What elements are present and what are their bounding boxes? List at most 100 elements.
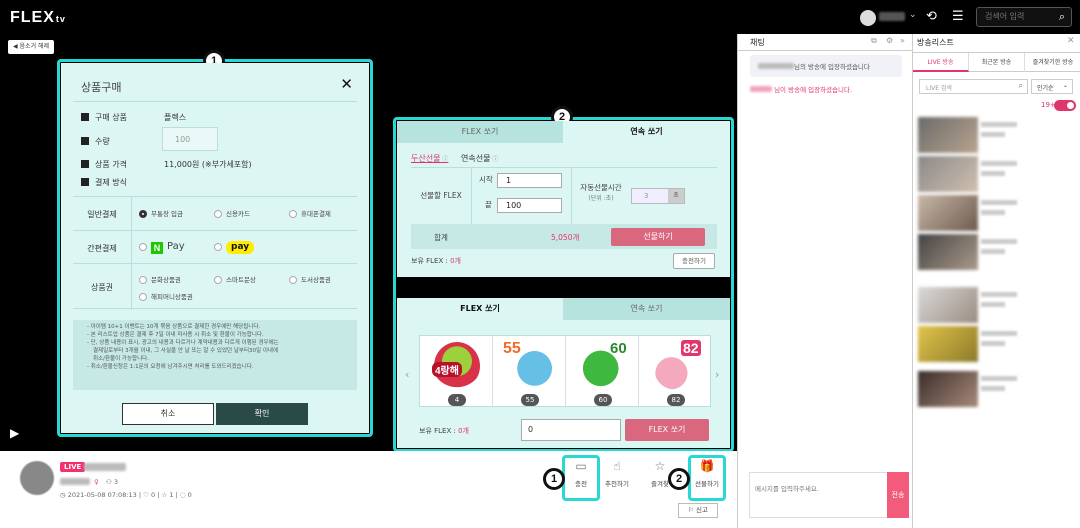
close-icon[interactable]: ✕ (1067, 36, 1075, 46)
search-icon[interactable]: ⌕ (1059, 10, 1065, 24)
sticker-item[interactable]: 82 82 (639, 336, 712, 408)
gift-button[interactable]: 선물하기 (611, 228, 705, 246)
end-input[interactable]: 100 (497, 198, 562, 213)
user-icon: ⚇ (106, 478, 114, 486)
sticker-count: 82 (667, 394, 685, 406)
gift-action-button[interactable]: 🎁 선물하기 (687, 455, 727, 499)
info-icon: ⓘ (440, 156, 449, 163)
broadcast-list-panel: 방송리스트 ✕ LIVE 방송 최근본 방송 즐겨찾기한 방송 LIVE 검색 ⌕… (912, 34, 1080, 528)
chevron-right-icon[interactable]: › (715, 368, 719, 381)
radio-credit-card[interactable]: 신용카드 (214, 208, 250, 218)
subtab-continuous-gift[interactable]: 연속선물 ⓘ (461, 153, 498, 164)
chevron-down-icon[interactable]: ⌄ (909, 10, 917, 20)
price-row-label: 상품 가격 (81, 159, 127, 170)
radio-happymoney-voucher[interactable]: 해피머니상품권 (139, 291, 193, 301)
chat-welcome: 님의 방송에 입장하셨습니다 (750, 55, 902, 77)
purchase-notice: - 아이템 10+1 이벤트는 10개 묶음 상품으로 결제한 경우에만 해당됩… (73, 320, 357, 390)
radio-bank-transfer[interactable]: 무통장 입금 (139, 208, 183, 218)
broadcast-list-title: 방송리스트 (917, 38, 954, 47)
live-badge: LIVE (60, 462, 86, 472)
broadcast-streamer (981, 386, 1005, 391)
sticker-count: 4 (448, 394, 466, 406)
auto-gift-time-input[interactable]: 3 초 (631, 188, 685, 204)
qty-row-label: 수량 (81, 136, 110, 147)
flex-amount-input[interactable]: 0 (521, 419, 621, 441)
radio-mobile-pay[interactable]: 휴대폰결제 (289, 208, 331, 218)
close-icon[interactable]: ✕ (340, 75, 353, 93)
broadcast-streamer (981, 341, 1005, 346)
notice-line: 결제일로부터 3개월 이내, 그 사실을 안 날 또는 알 수 있었던 날부터3… (93, 348, 279, 354)
streamer-name[interactable] (60, 478, 90, 485)
radio-naver-pay[interactable]: N Pay (139, 241, 185, 254)
voucher-payment-section: 상품권 문화상품권 스마트문상 도서상품권 해피머니상품권 (73, 263, 357, 310)
cancel-button[interactable]: 취소 (122, 403, 214, 425)
history-icon[interactable]: ⟲ (926, 9, 937, 24)
tab-recent[interactable]: 최근본 방송 (969, 53, 1025, 72)
settings-icon[interactable]: ⚙ (886, 36, 893, 45)
chat-input-placeholder: 메시지를 입력하주세요. (755, 485, 819, 493)
broadcast-title (981, 376, 1017, 381)
chat-input[interactable]: 메시지를 입력하주세요. 전송 (749, 472, 909, 518)
flex-shoot-panel: FLEX 쏘기 연속 쏘기 ‹ › 4랑해 4 55 55 60 60 82 8… (397, 298, 730, 448)
user-name[interactable] (879, 12, 905, 21)
sticker-count: 60 (594, 394, 612, 406)
sticker-item[interactable]: 4랑해 4 (420, 336, 493, 408)
notice-line: - 단, 상품 내용이 표시, 광고의 내용과 다르거나 계약내용과 다르게 이… (87, 340, 279, 346)
broadcast-title (981, 200, 1017, 205)
broadcast-title (981, 161, 1017, 166)
share-icon: ◌ (179, 491, 188, 499)
streamer-avatar[interactable] (20, 461, 54, 495)
radio-book-voucher[interactable]: 도서상품권 (289, 274, 331, 284)
radio-smart-voucher[interactable]: 스마트문상 (214, 274, 256, 284)
price-value: 11,000원 (※부가세포함) (164, 160, 252, 169)
adult-filter-toggle[interactable] (1054, 100, 1076, 111)
collapse-icon[interactable]: » (900, 36, 905, 45)
play-icon[interactable]: ▶ (10, 426, 19, 440)
broadcast-thumbnail (918, 287, 978, 323)
top-bar: FLEXtv ⌄ ⟲ ☰ ⌕ (0, 0, 1080, 34)
search-icon[interactable]: ⌕ (1019, 81, 1023, 91)
tab-favorites[interactable]: 즐겨찾기한 방송 (1025, 53, 1080, 72)
subtab-doosan-gift[interactable]: 두산선물 ⓘ (411, 153, 448, 164)
flextv-logo[interactable]: FLEXtv (10, 9, 66, 27)
sticker-item[interactable]: 60 60 (566, 336, 639, 408)
tab-continuous-shoot[interactable]: 연속 쏘기 (563, 298, 730, 320)
confirm-button[interactable]: 확인 (216, 403, 308, 425)
sort-select[interactable]: 인기순 ⌄ (1031, 79, 1073, 94)
radio-culture-voucher[interactable]: 문화상품권 (139, 274, 181, 284)
item-value: 플렉스 (164, 113, 187, 122)
tab-flex-shoot[interactable]: FLEX 쏘기 (397, 298, 563, 320)
search-box[interactable]: ⌕ (976, 7, 1072, 27)
broadcast-tabs: LIVE 방송 최근본 방송 즐겨찾기한 방송 (913, 52, 1080, 72)
quantity-input[interactable]: 100 (162, 127, 218, 151)
popout-icon[interactable]: ⧉ (871, 36, 877, 46)
start-input[interactable]: 1 (497, 173, 562, 188)
search-input[interactable] (985, 12, 1055, 21)
charge-action-button[interactable]: ▭ 충전 (561, 455, 601, 499)
tab-continuous-shoot[interactable]: 연속 쏘기 (563, 121, 730, 143)
report-button[interactable]: ⚐ 신고 (678, 503, 718, 518)
kakao-pay-icon: pay (226, 241, 255, 254)
live-search-input[interactable]: LIVE 검색 ⌕ (919, 79, 1028, 94)
flex-shoot-button[interactable]: FLEX 쏘기 (625, 419, 709, 441)
chat-panel: 채팅 ⧉ ⚙ » 님의 방송에 입장하셨습니다 님이 방송에 입장하셨습니다. … (737, 34, 913, 528)
chat-title: 채팅 (750, 38, 765, 47)
chat-message: 님이 방송에 입장하셨습니다. (750, 84, 852, 94)
tab-live[interactable]: LIVE 방송 (913, 53, 969, 72)
tab-flex-shoot[interactable]: FLEX 쏘기 (397, 121, 563, 143)
radio-kakao-pay[interactable]: pay (214, 241, 255, 254)
broadcast-streamer (981, 249, 1005, 254)
sticker-item[interactable]: 55 55 (493, 336, 566, 408)
charge-button[interactable]: 충전하기 (673, 253, 715, 269)
total-label: 합계 (434, 233, 448, 242)
unmute-button[interactable]: ◀ 음소거 해제 (8, 40, 55, 54)
sticker-text: 4랑해 (432, 362, 462, 377)
chevron-left-icon[interactable]: ‹ (405, 368, 409, 381)
recommend-button[interactable]: ☝ 추천하기 (597, 455, 637, 499)
send-button[interactable]: 전송 (887, 472, 909, 518)
gender-icon: ♀ (94, 478, 99, 486)
info-icon: ⓘ (490, 156, 499, 163)
user-avatar[interactable] (860, 10, 876, 26)
broadcast-thumbnail (918, 156, 978, 192)
playlist-add-icon[interactable]: ☰ (952, 9, 964, 24)
